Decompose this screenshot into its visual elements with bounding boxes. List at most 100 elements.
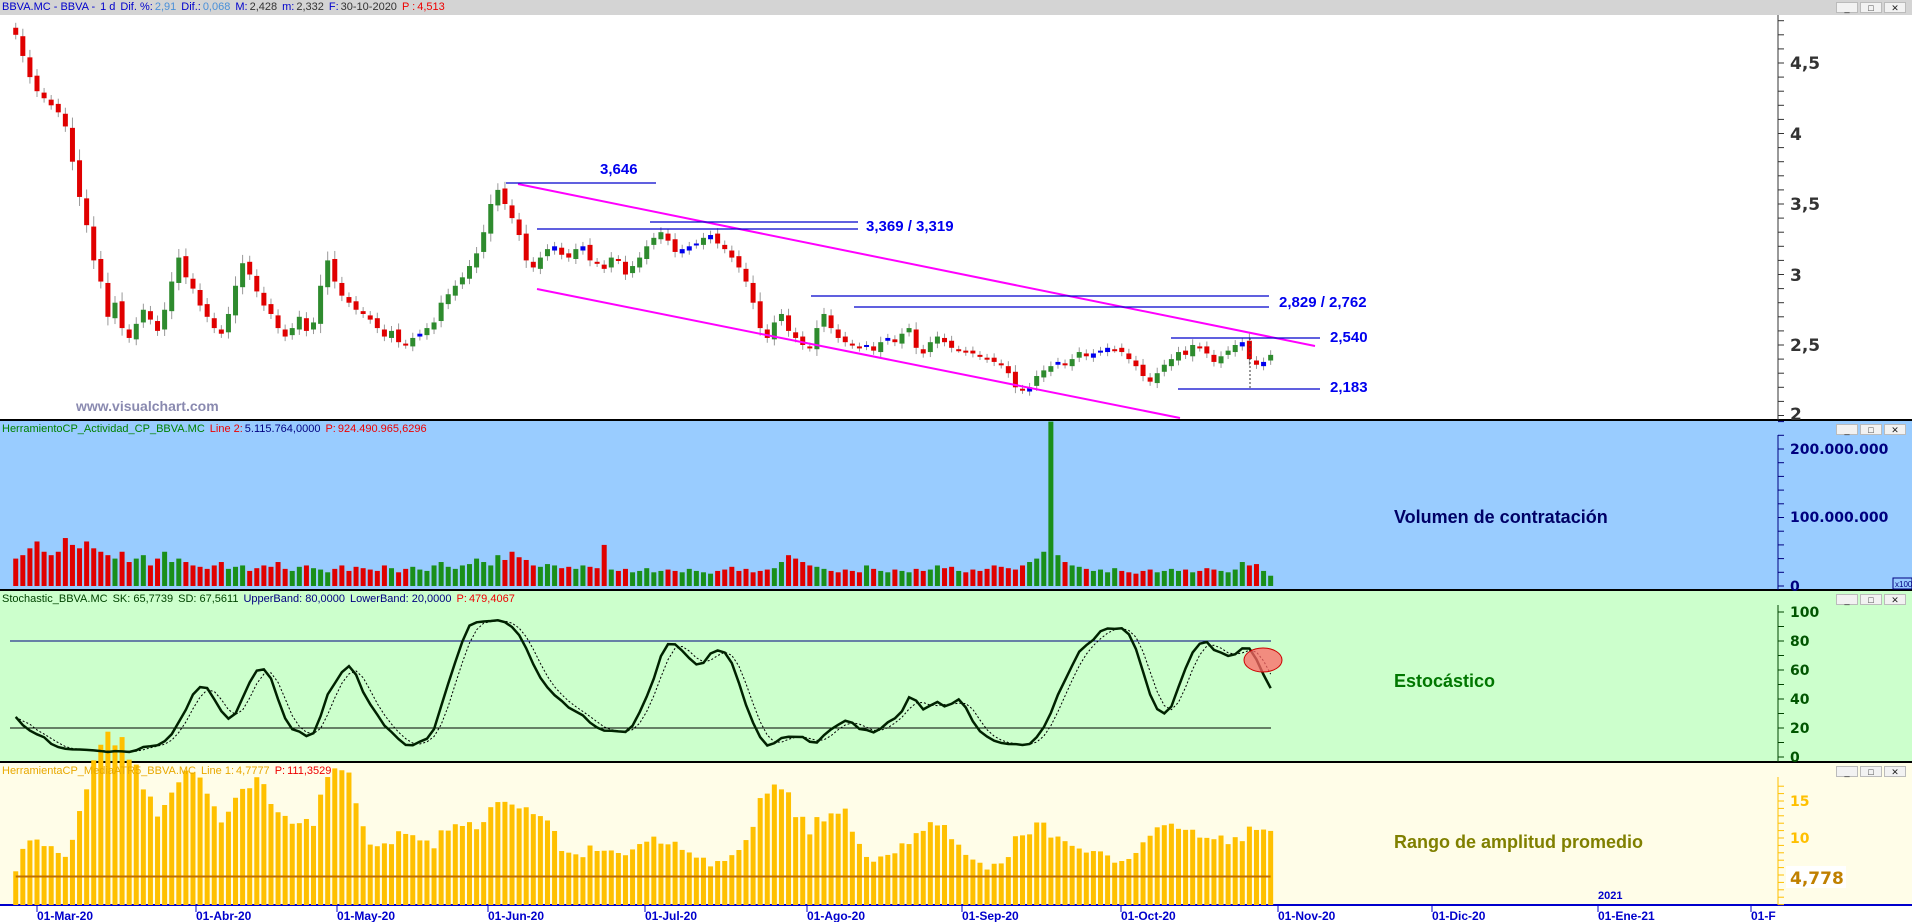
candle-body <box>233 285 239 316</box>
atr-bar <box>424 840 430 905</box>
volume-bar <box>1197 570 1203 586</box>
atr-bar <box>282 815 288 905</box>
candle-body <box>970 350 976 354</box>
atr-bar <box>119 737 125 905</box>
candle-body <box>1175 352 1181 361</box>
minimize-button[interactable]: _ <box>1836 2 1858 13</box>
candle-body <box>750 282 756 303</box>
atr-bar <box>984 869 990 905</box>
atr-bar <box>381 843 387 905</box>
volume-panel-title: Volumen de contratación <box>1394 507 1608 527</box>
volume-bar <box>445 566 451 586</box>
volume-tick-label: 100.000.000 <box>1790 510 1889 526</box>
volume-bar <box>20 555 26 586</box>
atr-bar <box>509 804 515 905</box>
candle-body <box>1218 356 1224 364</box>
candle-body <box>736 256 742 268</box>
candle-body <box>934 336 940 344</box>
atr-bar <box>927 822 933 905</box>
candle-body <box>630 266 636 274</box>
atr-bar <box>977 862 983 905</box>
atr-bar <box>396 831 402 905</box>
volume-bar <box>48 555 54 586</box>
maximize-button[interactable]: □ <box>1860 2 1882 13</box>
volume-bar <box>644 568 650 586</box>
volume-bar <box>856 572 862 586</box>
close-button[interactable]: ✕ <box>1884 2 1906 13</box>
candle-body <box>1083 353 1089 357</box>
stoch-highlight-ellipse[interactable] <box>1243 647 1283 673</box>
close-button[interactable]: ✕ <box>1884 424 1906 435</box>
candle-body <box>126 329 132 338</box>
candle-body <box>594 261 600 264</box>
atr-bar <box>856 843 862 905</box>
atr-bar <box>296 823 302 905</box>
atr-bar <box>176 782 182 905</box>
close-button[interactable]: ✕ <box>1884 766 1906 777</box>
stoch-window-controls: _ □ ✕ <box>1836 594 1908 606</box>
candle-body <box>431 322 437 330</box>
line-value: 4,7777 <box>236 765 270 777</box>
volume-bar <box>885 572 891 586</box>
date-tick-label: 01-May-20 <box>337 909 395 922</box>
candle-body <box>1225 350 1231 355</box>
date-value: 30-10-2020 <box>340 1 397 13</box>
candle-body <box>637 257 643 268</box>
volume-bar <box>55 551 61 586</box>
atr-bar <box>1197 837 1203 905</box>
volume-bar <box>34 541 40 586</box>
volume-bar <box>1154 572 1160 586</box>
min-value: 2,332 <box>296 1 324 13</box>
atr-bar <box>693 857 699 905</box>
sk-value: SK: 65,7739 <box>112 593 174 605</box>
stoch-tick-label: 40 <box>1790 692 1810 708</box>
maximize-button[interactable]: □ <box>1860 766 1882 777</box>
volume-bar <box>325 572 331 586</box>
atr-bar <box>991 863 997 905</box>
volume-bar <box>864 565 870 586</box>
stoch-panel-header: Stochastic_BBVA.MC SK: 65,7739 SD: 67,5611… <box>0 592 520 607</box>
minimize-button[interactable]: _ <box>1836 766 1858 777</box>
atr-bar <box>452 824 458 905</box>
volume-bar <box>892 569 898 586</box>
minimize-button[interactable]: _ <box>1836 424 1858 435</box>
volume-bar <box>1076 566 1082 586</box>
maximize-button[interactable]: □ <box>1860 594 1882 605</box>
volume-bar <box>169 562 175 586</box>
atr-bar <box>84 789 90 905</box>
close-button[interactable]: ✕ <box>1884 594 1906 605</box>
date-tick-label: 01-Abr-20 <box>196 909 252 922</box>
candle-body <box>523 233 529 261</box>
atr-bar <box>864 856 870 905</box>
level-label: 2,540 <box>1330 329 1368 346</box>
date-tick-label: 01-Oct-20 <box>1121 909 1176 922</box>
candle-body <box>686 246 692 251</box>
volume-bar <box>516 557 522 586</box>
atr-bar <box>544 820 550 905</box>
chart-canvas[interactable]: 4,5 4 3,5 3 2,5 2 200.000.000 100.000.00… <box>0 0 1912 922</box>
atr-bar <box>147 796 153 905</box>
atr-bar <box>346 772 352 905</box>
volume-panel-header: HerramientoCP_Actividad_CP_BBVA.MC Line 2… <box>0 422 432 437</box>
volume-bar <box>821 568 827 586</box>
volume-bar <box>934 565 940 586</box>
atr-bar <box>502 801 508 905</box>
candle-body <box>587 244 593 261</box>
candle-body <box>672 239 678 252</box>
candle-body <box>899 333 905 344</box>
candle-body <box>920 349 926 354</box>
minimize-button[interactable]: _ <box>1836 594 1858 605</box>
volume-bar <box>1055 555 1061 586</box>
volume-bar <box>736 570 742 586</box>
candle-body <box>778 313 784 322</box>
candle-body <box>1034 376 1040 386</box>
price-tick-label: 3,5 <box>1790 195 1820 215</box>
atr-bar <box>1133 852 1139 905</box>
candle-body <box>764 329 770 338</box>
candle-body <box>1239 342 1245 347</box>
volume-bar <box>757 570 763 586</box>
volume-bar <box>1211 569 1217 586</box>
volume-bar <box>594 568 600 586</box>
volume-bar <box>1005 568 1011 586</box>
maximize-button[interactable]: □ <box>1860 424 1882 435</box>
